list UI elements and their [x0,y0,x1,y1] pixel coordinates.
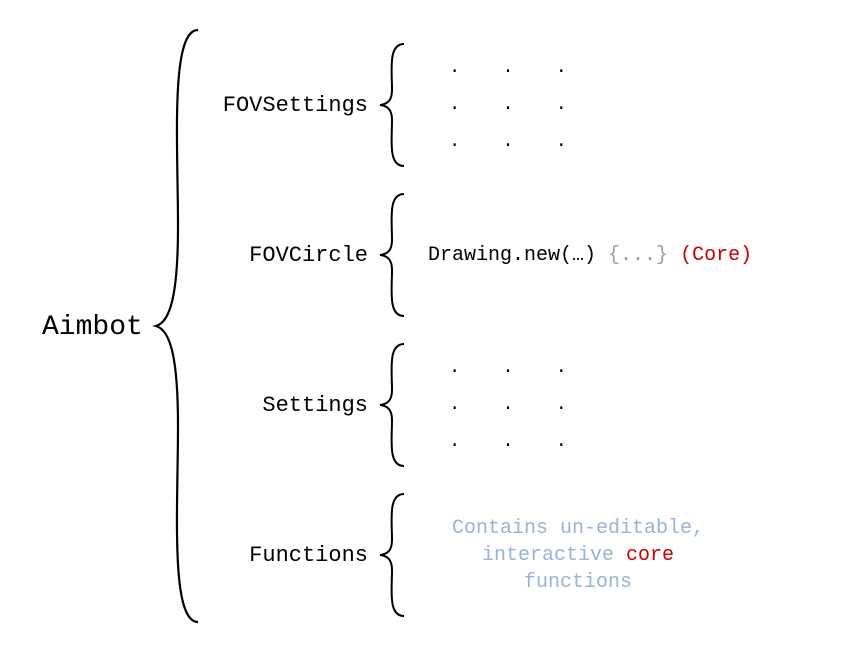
fovcircle-call: Drawing.new(…) [428,244,596,267]
small-brace-icon [374,340,410,470]
dot: . [449,433,460,451]
dot: . [503,359,514,377]
entry-body-fovsettings: . . . . . . . . . [410,50,588,160]
fovcircle-placeholder: {...} [608,244,668,267]
entry-label-fovsettings: FOVSettings [218,93,374,118]
entry-label-fovcircle: FOVCircle [218,243,374,268]
dot: . [503,59,514,77]
dot: . [503,96,514,114]
entry-label-settings: Settings [218,393,374,418]
entry-body-fovcircle: Drawing.new(…) {...} (Core) [410,244,752,267]
entry-label-functions: Functions [218,543,374,568]
dot: . [503,133,514,151]
dot: . [503,396,514,414]
big-brace-icon [150,26,210,626]
functions-desc-line1: Contains un-editable, [428,515,728,542]
entry-body-functions: Contains un-editable, interactive core f… [410,515,728,596]
dot: . [556,396,567,414]
functions-desc-line2a: interactive [482,544,626,567]
entry-fovcircle: FOVCircle Drawing.new(…) {...} (Core) [218,180,838,330]
entries-column: FOVSettings . . . . . . . . . FOVCircle … [218,30,838,630]
dot: . [449,359,460,377]
entry-settings: Settings . . . . . . . . . [218,330,838,480]
small-brace-icon [374,190,410,320]
entry-functions: Functions Contains un-editable, interact… [218,480,838,630]
fovcircle-core-tag: (Core) [680,244,752,267]
dot: . [449,396,460,414]
dot: . [449,59,460,77]
dot: . [503,433,514,451]
functions-desc-line2b: functions [524,571,632,594]
root-label: Aimbot [42,312,143,343]
functions-desc-core: core [626,544,674,567]
entry-fovsettings: FOVSettings . . . . . . . . . [218,30,838,180]
small-brace-icon [374,490,410,620]
entry-body-settings: . . . . . . . . . [410,350,588,460]
dot: . [449,96,460,114]
dot: . [556,359,567,377]
dot: . [556,59,567,77]
dot-grid: . . . . . . . . . [428,50,588,160]
dot: . [449,133,460,151]
dot: . [556,433,567,451]
dot-grid: . . . . . . . . . [428,350,588,460]
small-brace-icon [374,40,410,170]
dot: . [556,133,567,151]
functions-desc-line2: interactive core functions [428,542,728,596]
dot: . [556,96,567,114]
